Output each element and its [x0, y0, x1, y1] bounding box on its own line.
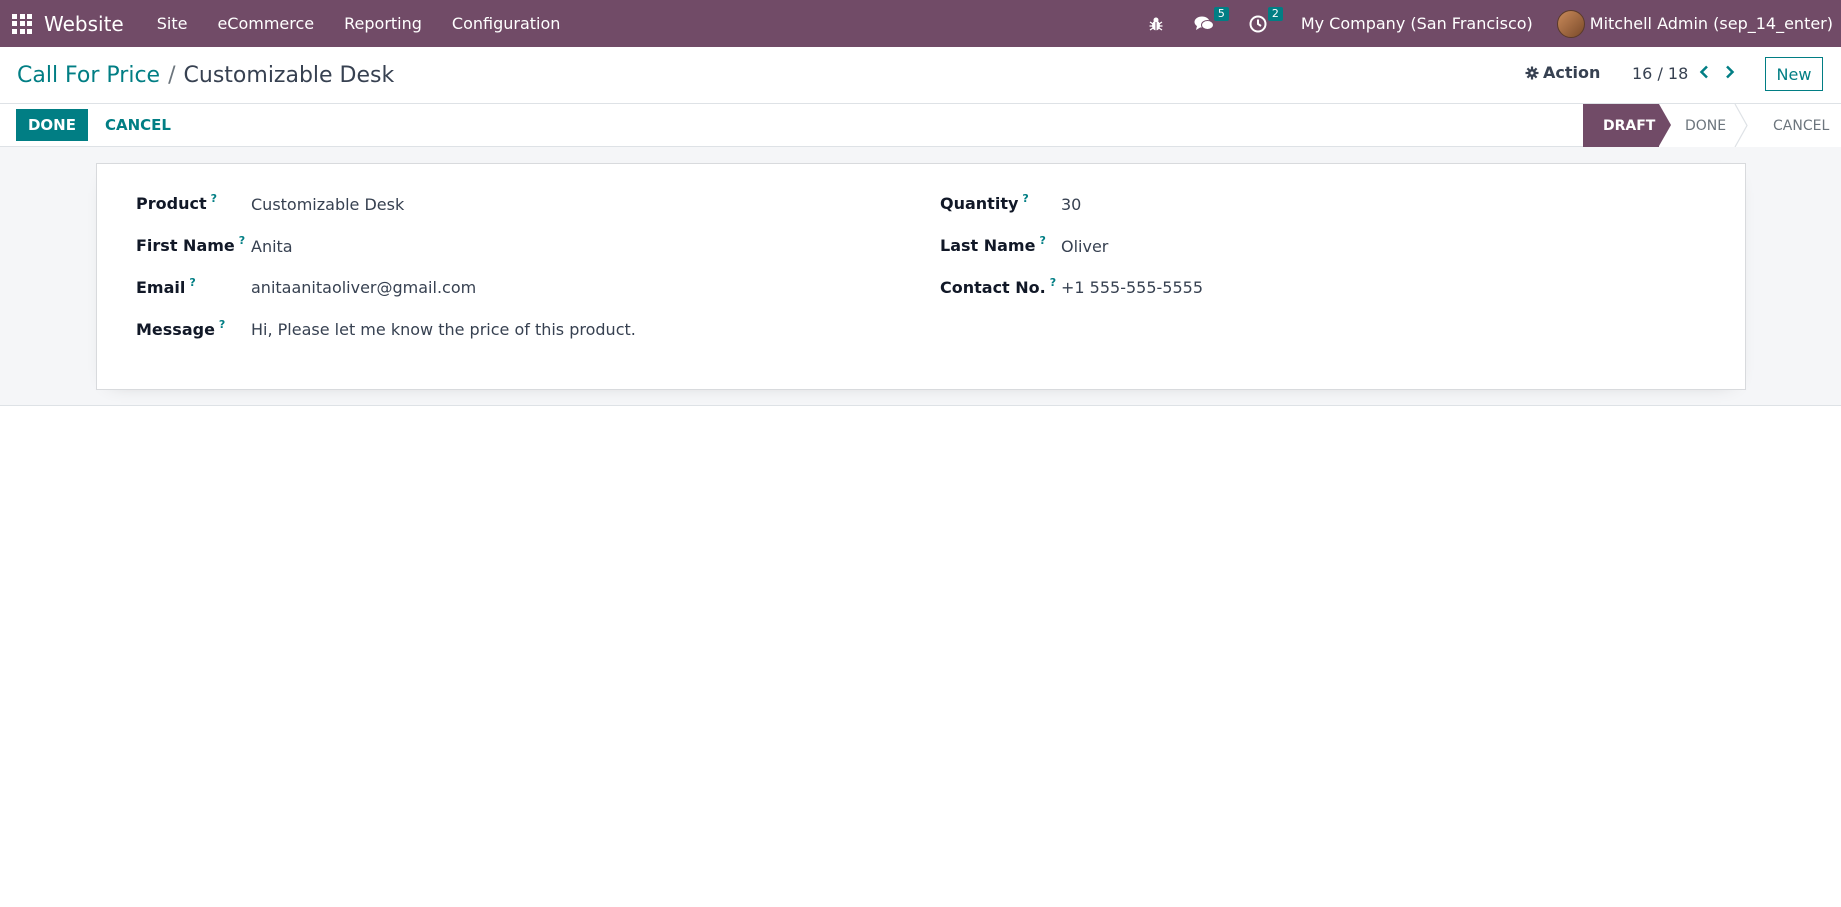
menu-ecommerce[interactable]: eCommerce	[202, 14, 329, 33]
control-panel: Call For Price / Customizable Desk Actio…	[0, 47, 1841, 104]
menu-configuration[interactable]: Configuration	[437, 14, 576, 33]
cancel-button[interactable]: CANCEL	[97, 109, 179, 141]
navbar-systray: 5 2 My Company (San Francisco) Mitchell …	[1135, 0, 1841, 47]
form-sheet: Product ? Customizable Desk First Name ?…	[96, 163, 1746, 390]
chat-icon[interactable]: 5	[1193, 6, 1229, 35]
help-icon[interactable]: ?	[1039, 234, 1045, 247]
help-icon[interactable]: ?	[239, 234, 245, 247]
app-name[interactable]: Website	[44, 12, 124, 36]
stage-pipeline: DRAFT DONE CANCEL	[1583, 104, 1841, 147]
menu-reporting[interactable]: Reporting	[329, 14, 437, 33]
page-title: Customizable Desk	[183, 62, 395, 88]
first-name-value[interactable]: Anita	[251, 237, 293, 256]
stage-separator	[1734, 104, 1748, 147]
field-product: Product ?	[136, 192, 217, 213]
menu-site[interactable]: Site	[142, 14, 203, 33]
quantity-label: Quantity	[940, 194, 1019, 213]
breadcrumb: Call For Price / Customizable Desk	[17, 63, 394, 88]
quantity-value[interactable]: 30	[1061, 195, 1081, 214]
top-navbar: Website Site eCommerce Reporting Configu…	[0, 0, 1841, 47]
stage-draft-label: DRAFT	[1603, 117, 1656, 134]
apps-grid-icon[interactable]	[12, 13, 32, 34]
email-label: Email	[136, 278, 186, 297]
contact-no-value[interactable]: +1 555-555-5555	[1061, 278, 1203, 297]
avatar	[1556, 9, 1585, 38]
help-icon[interactable]: ?	[211, 192, 217, 205]
breadcrumb-parent[interactable]: Call For Price	[17, 63, 160, 88]
product-value[interactable]: Customizable Desk	[251, 195, 404, 214]
stage-done[interactable]: DONE	[1659, 104, 1748, 147]
company-switcher[interactable]: My Company (San Francisco)	[1301, 14, 1533, 33]
help-icon[interactable]: ?	[1050, 276, 1056, 289]
clock-icon[interactable]: 2	[1247, 6, 1283, 35]
bug-icon[interactable]	[1145, 13, 1167, 35]
message-label: Message	[136, 320, 215, 339]
field-contact-no: Contact No. ?	[940, 276, 1056, 297]
field-email: Email ?	[136, 276, 196, 297]
action-button[interactable]: Action	[1525, 63, 1600, 82]
gear-icon	[1525, 66, 1539, 80]
help-icon[interactable]: ?	[219, 318, 225, 331]
stage-cancel-label: CANCEL	[1773, 117, 1830, 134]
stage-done-label: DONE	[1685, 117, 1727, 134]
field-first-name: First Name ?	[136, 234, 245, 255]
messages-badge: 5	[1213, 6, 1229, 21]
action-label: Action	[1543, 63, 1601, 82]
new-button[interactable]: New	[1765, 57, 1823, 91]
product-label: Product	[136, 194, 207, 213]
chevron-left-icon[interactable]	[1695, 61, 1713, 83]
field-message: Message ?	[136, 318, 225, 339]
chevron-right-icon[interactable]	[1721, 61, 1739, 83]
field-quantity: Quantity ?	[940, 192, 1029, 213]
stage-cancel[interactable]: CANCEL	[1747, 104, 1841, 147]
message-value[interactable]: Hi, Please let me know the price of this…	[251, 320, 636, 339]
help-icon[interactable]: ?	[1022, 192, 1028, 205]
pager-value[interactable]: 16 / 18	[1632, 64, 1688, 83]
last-name-label: Last Name	[940, 236, 1036, 255]
done-button[interactable]: DONE	[16, 109, 88, 141]
last-name-value[interactable]: Oliver	[1061, 237, 1108, 256]
user-name: Mitchell Admin (sep_14_enter)	[1589, 14, 1833, 33]
help-icon[interactable]: ?	[189, 276, 195, 289]
stage-draft[interactable]: DRAFT	[1583, 104, 1671, 147]
user-menu[interactable]: Mitchell Admin (sep_14_enter)	[1556, 9, 1833, 38]
email-value[interactable]: anitaanitaoliver@gmail.com	[251, 278, 476, 297]
activities-badge: 2	[1267, 6, 1283, 21]
field-last-name: Last Name ?	[940, 234, 1046, 255]
contact-no-label: Contact No.	[940, 278, 1046, 297]
breadcrumb-separator: /	[168, 62, 176, 88]
status-bar: DONE CANCEL DRAFT DONE CANCEL	[0, 104, 1841, 147]
first-name-label: First Name	[136, 236, 235, 255]
